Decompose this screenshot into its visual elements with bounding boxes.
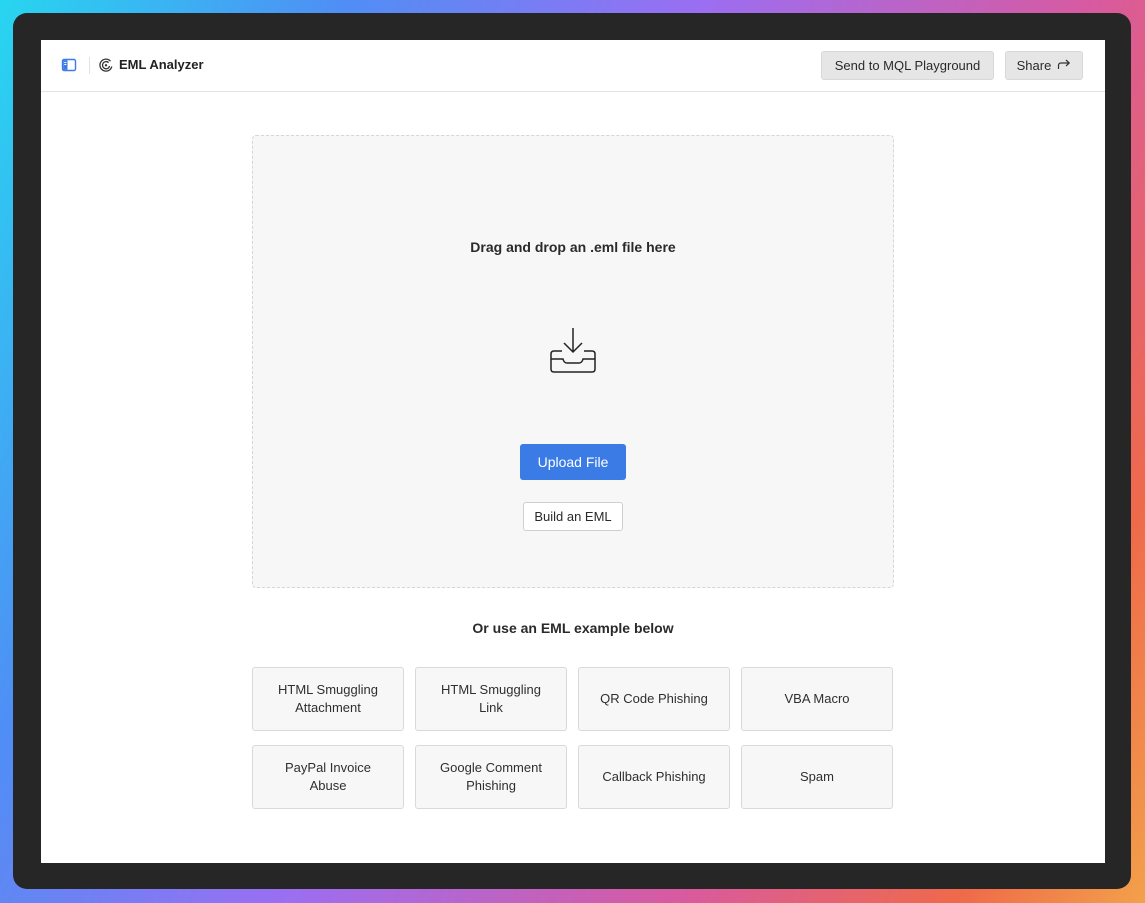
share-button[interactable]: Share (1005, 51, 1083, 80)
download-tray-icon (549, 326, 597, 374)
share-label: Share (1016, 58, 1052, 73)
example-html-smuggling-attachment[interactable]: HTML Smuggling Attachment (252, 667, 404, 731)
send-to-mql-playground-button[interactable]: Send to MQL Playground (821, 51, 994, 80)
header-divider (89, 57, 90, 74)
app-title: EML Analyzer (119, 57, 204, 72)
example-vba-macro[interactable]: VBA Macro (741, 667, 893, 731)
example-paypal-invoice-abuse[interactable]: PayPal Invoice Abuse (252, 745, 404, 809)
app-window: EML Analyzer Send to MQL Playground Shar… (41, 40, 1105, 863)
example-qr-code-phishing[interactable]: QR Code Phishing (578, 667, 730, 731)
share-arrow-icon (1057, 58, 1071, 73)
sidebar-toggle-icon[interactable] (61, 57, 77, 73)
send-to-mql-playground-label: Send to MQL Playground (834, 58, 981, 73)
top-bar: EML Analyzer Send to MQL Playground Shar… (41, 40, 1105, 92)
example-html-smuggling-link[interactable]: HTML Smuggling Link (415, 667, 567, 731)
upload-file-button[interactable]: Upload File (520, 444, 626, 480)
logo-icon (98, 57, 114, 73)
example-google-comment-phishing[interactable]: Google Comment Phishing (415, 745, 567, 809)
examples-heading: Or use an EML example below (472, 620, 674, 636)
dropzone-heading: Drag and drop an .eml file here (470, 239, 676, 255)
build-an-eml-button[interactable]: Build an EML (523, 502, 623, 531)
eml-dropzone[interactable]: Drag and drop an .eml file here Upload F… (252, 135, 894, 588)
example-callback-phishing[interactable]: Callback Phishing (578, 745, 730, 809)
example-spam[interactable]: Spam (741, 745, 893, 809)
examples-grid: HTML Smuggling Attachment HTML Smuggling… (252, 667, 894, 809)
